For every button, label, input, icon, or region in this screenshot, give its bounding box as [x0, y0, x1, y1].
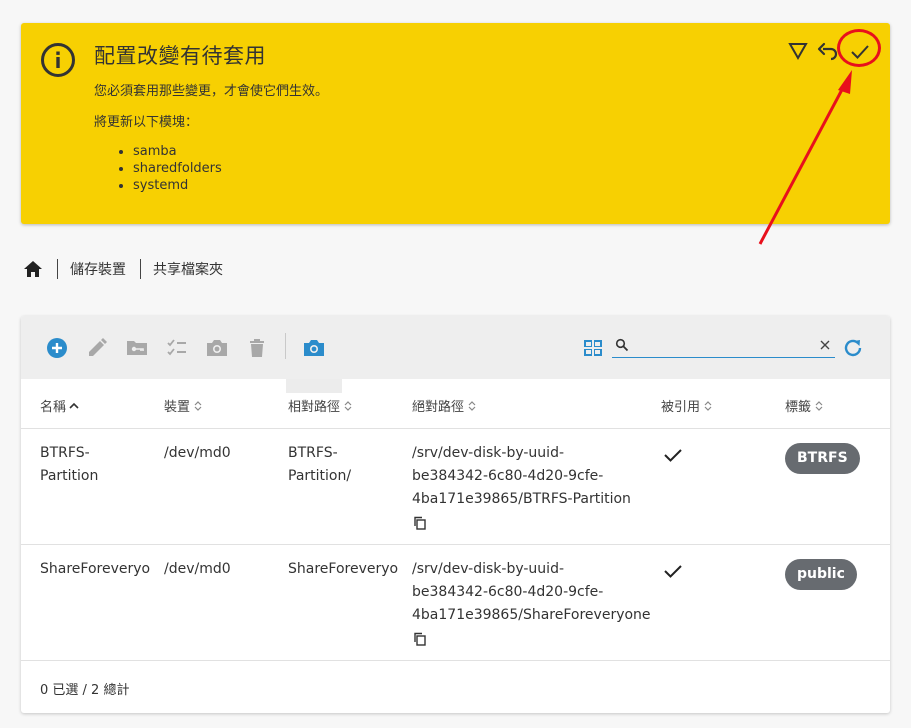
sort-icon: [704, 400, 712, 411]
column-header-referenced[interactable]: 被引用: [661, 396, 713, 415]
cell-relative-path: BTRFS- Partition/: [288, 445, 352, 484]
row-divider: [21, 660, 890, 661]
folder-key-icon[interactable]: [125, 336, 149, 360]
banner-modules-label: 將更新以下模塊：: [94, 115, 199, 130]
toolbar-button-shadow: [286, 379, 342, 393]
module-list: samba sharedfolders systemd: [114, 143, 222, 194]
column-header-device[interactable]: 裝置: [164, 396, 203, 415]
referenced-check-icon: [664, 565, 682, 578]
column-header-label: 相對路徑: [288, 400, 341, 415]
selection-count: 0 已選 / 2 總計: [40, 683, 130, 698]
column-header-name[interactable]: 名稱: [40, 396, 79, 415]
close-icon[interactable]: [817, 337, 833, 353]
banner-message: 您必須套用那些變更，才會使它們生效。: [94, 84, 329, 99]
cell-absolute-path: /srv/dev-disk-by-uuid- be384342-6c80-4d2…: [412, 561, 651, 623]
row-divider: [21, 544, 890, 545]
sort-icon: [194, 400, 202, 411]
sort-icon: [468, 400, 476, 411]
cell-name: ShareForeveryo: [40, 561, 151, 577]
tag-badge: BTRFS: [785, 443, 860, 474]
cell-absolute-path: /srv/dev-disk-by-uuid- be384342-6c80-4d2…: [412, 445, 631, 507]
column-header-label: 標籤: [785, 400, 812, 415]
add-circle-icon[interactable]: [45, 336, 69, 360]
trash-icon[interactable]: [245, 336, 269, 360]
column-header-absolute-path[interactable]: 絕對路徑: [412, 396, 477, 415]
sort-icon: [344, 400, 352, 411]
cell-name: BTRFS- Partition: [40, 445, 99, 484]
home-icon[interactable]: [23, 259, 43, 279]
breadcrumb-storage[interactable]: 儲存裝置: [70, 259, 126, 279]
search-input[interactable]: [634, 335, 808, 357]
pending-changes-banner: 配置改變有待套用 您必須套用那些變更，才會使它們生效。 將更新以下模塊： sam…: [21, 23, 890, 224]
sort-ascending-icon: [69, 402, 79, 409]
cell-device: /dev/md0: [164, 445, 231, 461]
camera-icon[interactable]: [205, 336, 229, 360]
breadcrumb-separator: [57, 259, 58, 279]
apply-check-icon[interactable]: [848, 39, 872, 63]
column-header-label: 名稱: [40, 400, 67, 415]
copy-icon[interactable]: [413, 632, 427, 646]
toolbar: [21, 316, 890, 379]
search-icon: [615, 338, 629, 352]
column-header-label: 絕對路徑: [412, 400, 465, 415]
pencil-icon[interactable]: [85, 336, 109, 360]
referenced-check-icon: [664, 449, 682, 462]
copy-icon[interactable]: [413, 516, 427, 530]
breadcrumb-shared-folders: 共享檔案夾: [153, 262, 223, 278]
toolbar-divider: [285, 333, 286, 359]
column-header-relative-path[interactable]: 相對路徑: [288, 396, 353, 415]
info-icon: [41, 43, 75, 77]
checklist-icon[interactable]: [165, 336, 189, 360]
grid-icon[interactable]: [581, 336, 605, 360]
search-field: [612, 335, 835, 358]
filter-icon[interactable]: [786, 39, 810, 63]
module-item: samba: [133, 143, 222, 160]
header-divider: [21, 428, 890, 429]
breadcrumb: 儲存裝置 共享檔案夾: [23, 256, 223, 282]
module-item: systemd: [133, 177, 222, 194]
banner-title: 配置改變有待套用: [94, 44, 266, 68]
tag-badge: public: [785, 559, 857, 590]
undo-icon[interactable]: [816, 39, 840, 63]
cell-device: /dev/md0: [164, 561, 231, 577]
column-header-tags[interactable]: 標籤: [785, 396, 824, 415]
sort-icon: [815, 400, 823, 411]
column-header-label: 被引用: [661, 400, 701, 415]
shared-folders-card: 名稱 裝置 相對路徑 絕對路徑 被引用 標籤 BTRFS- Partition …: [21, 316, 890, 713]
module-item: sharedfolders: [133, 160, 222, 177]
column-header-label: 裝置: [164, 400, 191, 415]
refresh-icon[interactable]: [841, 336, 865, 360]
breadcrumb-separator: [140, 259, 141, 279]
cell-relative-path: ShareForeveryo: [288, 561, 399, 577]
snapshot-camera-icon[interactable]: [302, 336, 326, 360]
